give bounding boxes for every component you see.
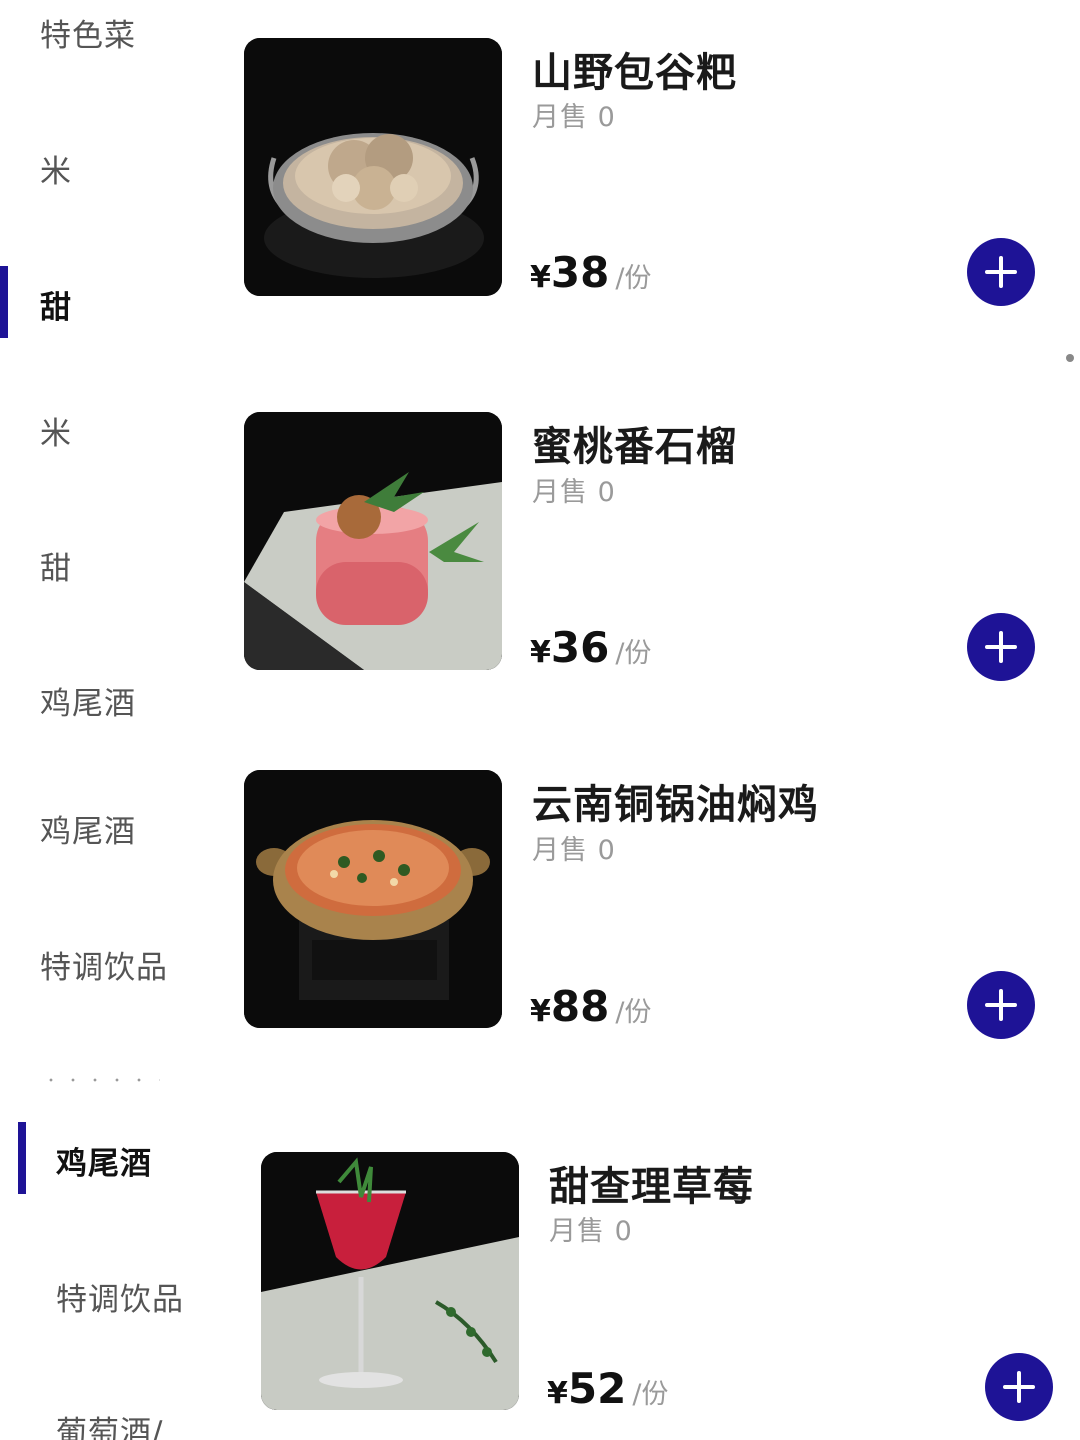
price-currency: ¥: [547, 1376, 568, 1411]
price-value: 52: [567, 1364, 627, 1413]
strawberry-cocktail-icon[interactable]: [261, 1152, 519, 1410]
menu-panel-top: 特色菜 米 甜 米 甜 鸡尾酒 鸡尾酒 特调饮品 山野包谷粑 月售 0 ¥38 …: [0, 0, 1080, 1082]
copper-pot-chicken-icon[interactable]: [244, 770, 502, 1028]
product-price: ¥36/份: [530, 623, 651, 672]
sidebar-active-indicator: [0, 266, 8, 338]
sidebar-item-sweet-active[interactable]: 甜: [40, 282, 72, 327]
product-price: ¥88/份: [530, 982, 651, 1031]
peach-cocktail-icon[interactable]: [244, 412, 502, 670]
sidebar-item-cocktail-2[interactable]: 鸡尾酒: [40, 806, 136, 851]
product-name: 山野包谷粑: [532, 50, 737, 96]
sidebar-item-special-drinks[interactable]: 特调饮品: [40, 942, 168, 987]
product-name: 甜查理草莓: [549, 1164, 754, 1210]
add-to-cart-button[interactable]: [967, 238, 1035, 306]
product-name: 云南铜锅油焖鸡: [532, 782, 819, 828]
price-unit: /份: [615, 997, 652, 1028]
sidebar-active-indicator: [18, 1122, 26, 1194]
corn-cake-bowl-icon[interactable]: [244, 38, 502, 296]
price-value: 36: [550, 623, 610, 672]
price-value: 88: [550, 982, 610, 1031]
price-unit: /份: [632, 1379, 669, 1410]
sidebar-item-cocktail-active[interactable]: 鸡尾酒: [56, 1138, 152, 1183]
add-to-cart-button[interactable]: [967, 971, 1035, 1039]
price-unit: /份: [615, 638, 652, 669]
product-sales: 月售 0: [532, 835, 616, 866]
product-price: ¥52/份: [547, 1364, 668, 1413]
price-value: 38: [550, 248, 610, 297]
add-to-cart-button[interactable]: [985, 1353, 1053, 1421]
product-price: ¥38/份: [530, 248, 651, 297]
sidebar-item-cocktail[interactable]: 鸡尾酒: [40, 678, 136, 723]
product-sales: 月售 0: [549, 1216, 633, 1247]
sidebar-item-specialty[interactable]: 特色菜: [40, 10, 136, 55]
sidebar-item-wine[interactable]: 葡萄酒/: [56, 1407, 163, 1440]
price-unit: /份: [615, 263, 652, 294]
sidebar-item-special-drinks[interactable]: 特调饮品: [56, 1274, 184, 1319]
price-currency: ¥: [530, 260, 551, 295]
sidebar-item-sweet-2[interactable]: 甜: [40, 543, 72, 588]
sidebar-item-rice-2[interactable]: 米: [40, 408, 72, 453]
price-currency: ¥: [530, 635, 551, 670]
product-sales: 月售 0: [532, 477, 616, 508]
sidebar-item-rice[interactable]: 米: [40, 146, 72, 191]
add-to-cart-button[interactable]: [967, 613, 1035, 681]
scroll-indicator-dot: [1066, 354, 1074, 362]
menu-panel-bottom: 鸡尾酒 特调饮品 葡萄酒/ 甜查理草莓 月售 0 ¥52/份: [0, 1082, 1080, 1440]
price-currency: ¥: [530, 994, 551, 1029]
product-name: 蜜桃番石榴: [532, 424, 737, 470]
product-sales: 月售 0: [532, 102, 616, 133]
